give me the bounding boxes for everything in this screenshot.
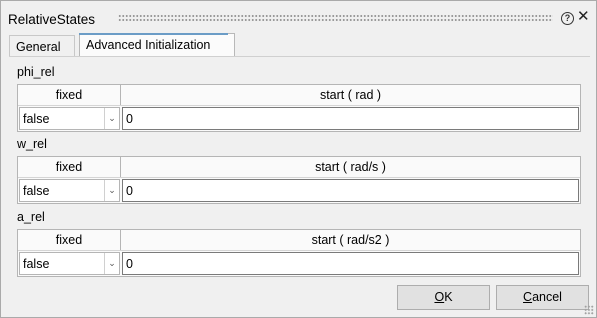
title-bar[interactable]: RelativeStates ? ✕: [1, 1, 596, 31]
tab-general[interactable]: General: [9, 35, 75, 56]
chevron-down-icon[interactable]: ⌄: [104, 180, 119, 201]
dialog-window: RelativeStates ? ✕ General Advanced Init…: [0, 0, 597, 318]
cancel-label-rest: ancel: [532, 290, 562, 304]
column-header-fixed: fixed: [18, 230, 121, 250]
start-input-value: 0: [126, 257, 133, 271]
table-row: false ⌄ 0: [18, 250, 580, 276]
grid-w-rel: fixed start ( rad/s ) false ⌄ 0: [17, 156, 581, 204]
chevron-down-icon[interactable]: ⌄: [104, 253, 119, 274]
ok-mnemonic: O: [434, 290, 445, 304]
ok-button[interactable]: OK: [397, 285, 490, 310]
group-label-phi-rel: phi_rel: [17, 65, 55, 79]
start-input-value: 0: [126, 112, 133, 126]
fixed-select-value: false: [23, 112, 50, 126]
window-title: RelativeStates: [8, 12, 96, 27]
fixed-select[interactable]: false ⌄: [19, 107, 120, 130]
table-row: false ⌄ 0: [18, 177, 580, 203]
column-header-fixed: fixed: [18, 157, 121, 177]
cancel-mnemonic: C: [523, 290, 533, 304]
group-label-w-rel: w_rel: [17, 137, 47, 151]
column-header-start: start ( rad ): [319, 88, 382, 102]
chevron-down-icon[interactable]: ⌄: [104, 108, 119, 129]
fixed-select[interactable]: false ⌄: [19, 252, 120, 275]
column-header-start: start ( rad/s2 ): [311, 233, 390, 247]
start-input[interactable]: 0: [122, 107, 579, 130]
active-tab-indicator: [79, 33, 228, 35]
cancel-button[interactable]: Cancel: [496, 285, 589, 310]
grid-phi-rel: fixed start ( rad ) false ⌄ 0: [17, 84, 581, 132]
column-header-start: start ( rad/s ): [315, 160, 386, 174]
start-input-value: 0: [126, 184, 133, 198]
group-label-a-rel: a_rel: [17, 210, 45, 224]
fixed-select-value: false: [23, 184, 50, 198]
table-row: false ⌄ 0: [18, 105, 580, 131]
grid-a-rel: fixed start ( rad/s2 ) false ⌄ 0: [17, 229, 581, 277]
drag-grip[interactable]: [118, 14, 553, 22]
tab-advanced-initialization[interactable]: Advanced Initialization: [79, 33, 235, 56]
fixed-select-value: false: [23, 257, 50, 271]
resize-grip[interactable]: [584, 305, 594, 315]
fixed-select[interactable]: false ⌄: [19, 179, 120, 202]
start-input[interactable]: 0: [122, 179, 579, 202]
column-header-fixed: fixed: [18, 85, 121, 105]
start-input[interactable]: 0: [122, 252, 579, 275]
close-icon[interactable]: ✕: [577, 9, 590, 24]
help-icon[interactable]: ?: [561, 12, 574, 25]
ok-label-rest: K: [444, 290, 453, 304]
